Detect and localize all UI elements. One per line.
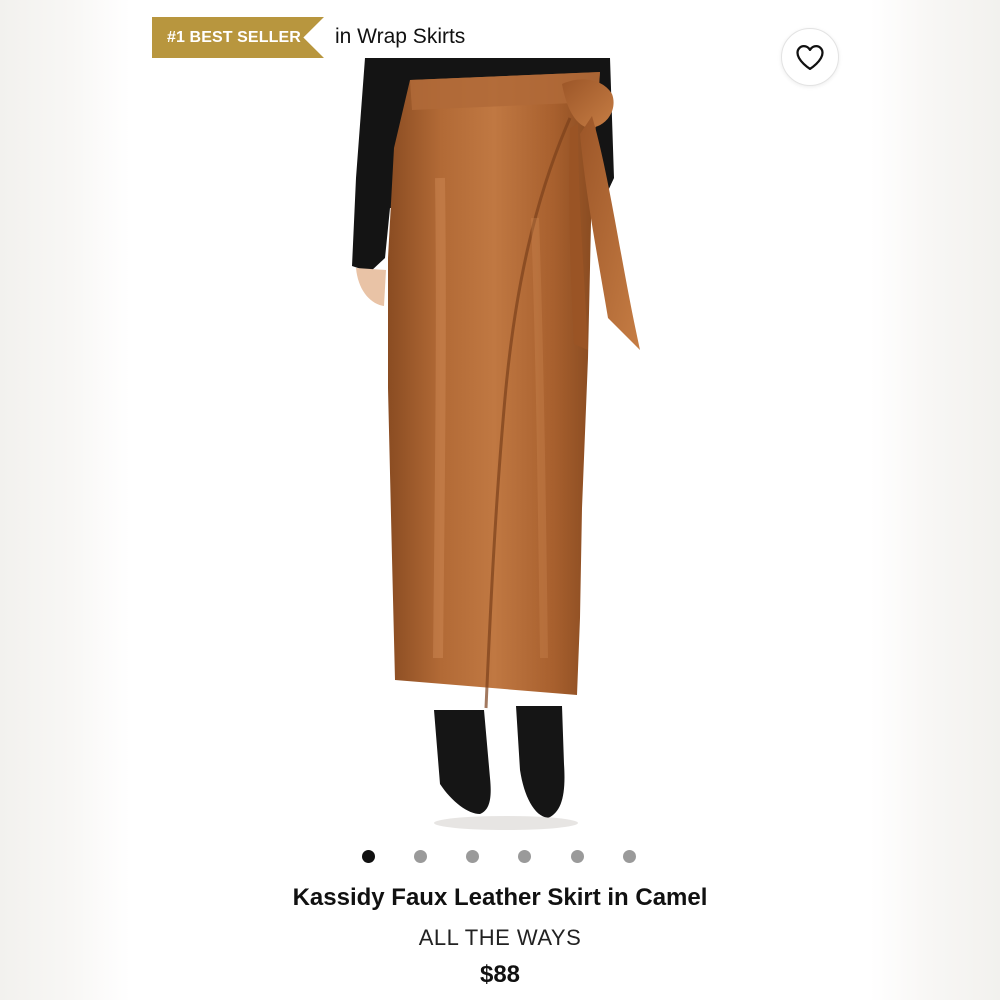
heart-outline-icon (796, 45, 824, 70)
background-left-fade (0, 0, 130, 1000)
background-right-fade (870, 0, 1000, 1000)
right-boot (516, 706, 565, 818)
product-price: $88 (479, 961, 521, 988)
best-seller-category: in Wrap Skirts (335, 25, 466, 48)
product-image[interactable] (330, 58, 670, 838)
favorite-button[interactable] (781, 28, 839, 86)
carousel-dot[interactable] (414, 850, 427, 863)
product-brand[interactable]: ALL THE WAYS (0, 925, 1000, 951)
carousel-dot[interactable] (518, 850, 531, 863)
carousel-dot[interactable] (623, 850, 636, 863)
carousel-dot[interactable] (362, 850, 375, 863)
carousel-dot[interactable] (466, 850, 479, 863)
carousel-dot[interactable] (571, 850, 584, 863)
best-seller-badge: #1 BEST SELLER (152, 17, 324, 58)
image-carousel-indicator (360, 849, 650, 865)
product-title[interactable]: Kassidy Faux Leather Skirt in Camel (0, 884, 1000, 912)
left-boot (434, 710, 491, 814)
model-hand (356, 268, 386, 306)
skirt-body (388, 72, 600, 695)
best-seller-label: #1 BEST SELLER (167, 28, 301, 46)
